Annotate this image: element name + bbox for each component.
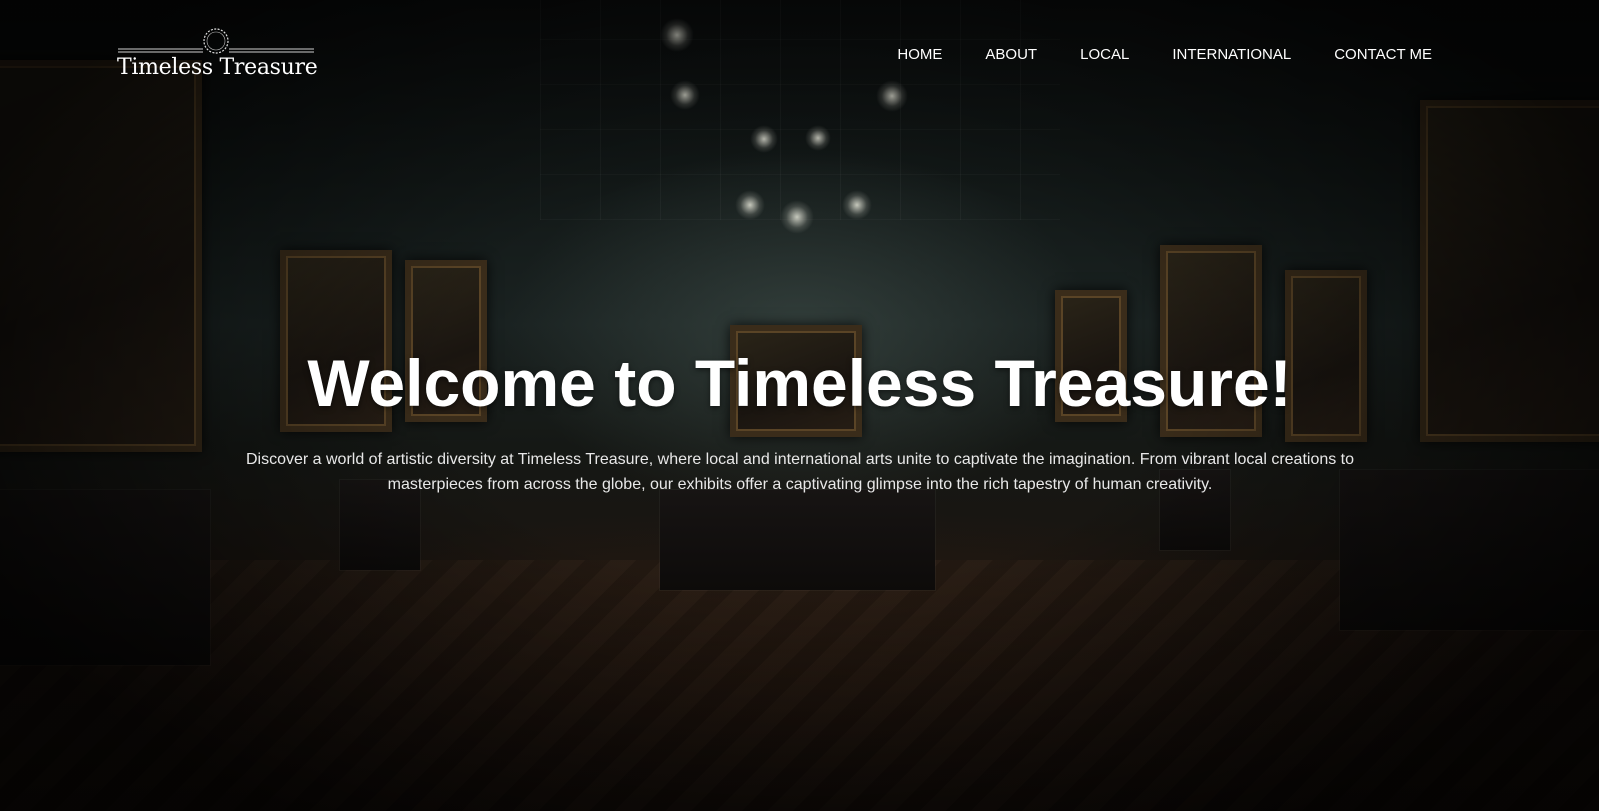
clock-logo-icon: [118, 28, 314, 54]
nav-item-local[interactable]: LOCAL: [1080, 46, 1129, 63]
hero-headline: Welcome to Timeless Treasure!: [307, 346, 1292, 420]
hero-section: Timeless Treasure HOME ABOUT LOCAL INTER…: [0, 0, 1599, 811]
main-nav: HOME ABOUT LOCAL INTERNATIONAL CONTACT M…: [854, 46, 1432, 63]
nav-item-home[interactable]: HOME: [897, 46, 942, 63]
brand-logo[interactable]: Timeless Treasure: [117, 27, 318, 83]
nav-item-international[interactable]: INTERNATIONAL: [1172, 46, 1291, 63]
brand-name: Timeless Treasure: [117, 55, 318, 80]
nav-item-contact-me[interactable]: CONTACT ME: [1334, 46, 1432, 63]
hero-description: Discover a world of artistic diversity a…: [245, 451, 1355, 493]
nav-item-about[interactable]: ABOUT: [985, 46, 1037, 63]
